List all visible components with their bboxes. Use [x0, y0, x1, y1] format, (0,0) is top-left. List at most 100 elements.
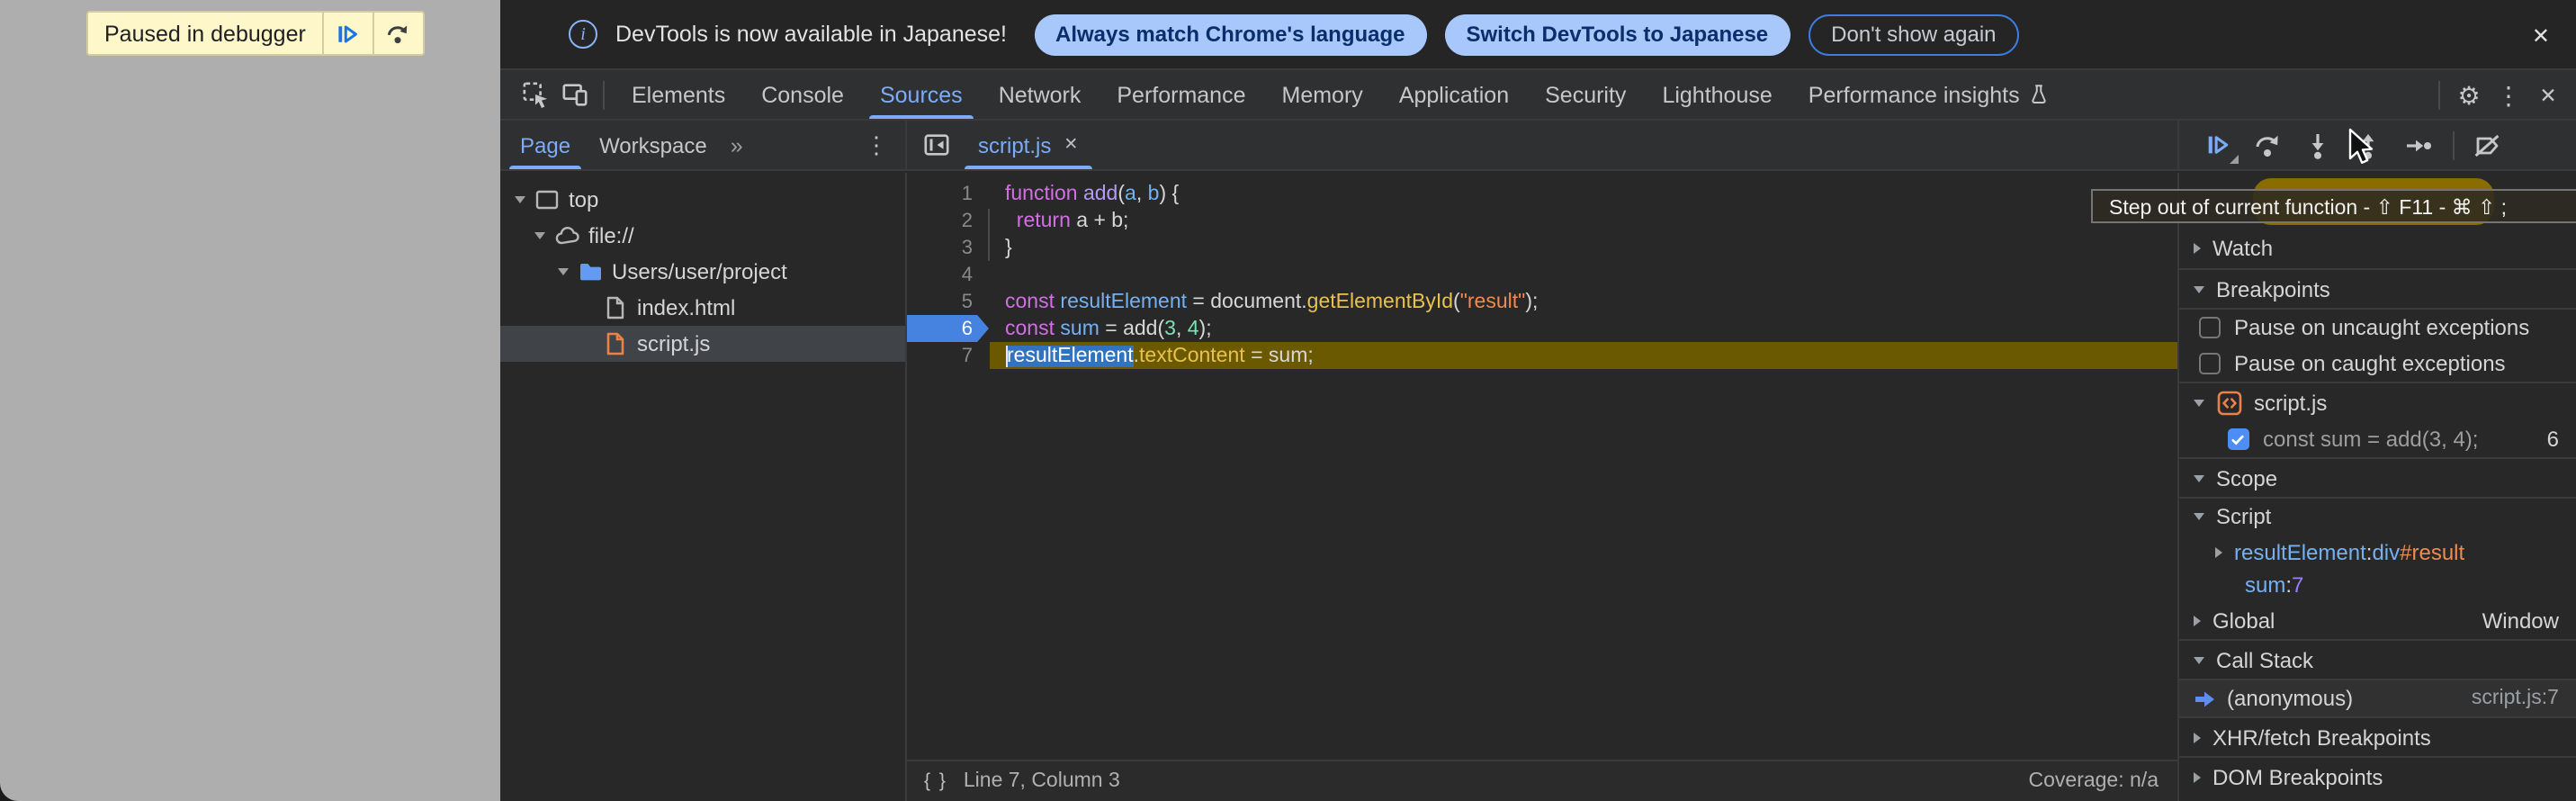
language-infobar: i DevTools is now available in Japanese!…	[500, 0, 2576, 70]
line-number[interactable]: 5	[906, 288, 989, 315]
tab-memory[interactable]: Memory	[1264, 70, 1381, 119]
line-number[interactable]: 4	[906, 261, 989, 288]
more-menu-icon[interactable]: ⋮	[2489, 75, 2528, 114]
checkbox-unchecked[interactable]	[2198, 317, 2220, 338]
scope-global-row[interactable]: Global Window	[2178, 601, 2576, 639]
expand-arrow-icon[interactable]	[531, 232, 549, 239]
cloud-icon	[554, 223, 579, 248]
code-line: 4	[906, 261, 2177, 288]
settings-gear-icon[interactable]: ⚙	[2449, 75, 2489, 114]
code-line: 5 const resultElement = document.getElem…	[906, 288, 2177, 315]
resume-icon	[2204, 131, 2230, 158]
tooltip-text: Step out of current function - ⇧ F11 - ⌘…	[2109, 194, 2507, 219]
breakpoint-entry[interactable]: const sum = add(3, 4); 6	[2178, 421, 2576, 457]
tree-item-file-scheme[interactable]: file://	[500, 218, 904, 254]
navigator-tab-workspace[interactable]: Workspace	[585, 121, 722, 169]
chevron-right-icon	[2193, 243, 2200, 254]
line-number[interactable]: 7	[906, 342, 989, 369]
call-stack-frame[interactable]: (anonymous) script.js:7	[2178, 679, 2576, 716]
step-button[interactable]	[2401, 128, 2436, 162]
checkbox-unchecked[interactable]	[2198, 353, 2220, 374]
step-over-button[interactable]	[2250, 128, 2284, 162]
tree-item-script-js[interactable]: script.js	[500, 326, 904, 362]
dropdown-caret-icon	[2229, 155, 2238, 164]
line-number[interactable]: 2	[906, 207, 989, 234]
flask-icon	[2029, 83, 2051, 106]
step-into-button[interactable]	[2301, 128, 2335, 162]
dont-show-again-button[interactable]: Don't show again	[1808, 14, 2019, 55]
tab-sources[interactable]: Sources	[862, 70, 981, 119]
checkbox-checked[interactable]	[2227, 428, 2248, 450]
tree-item-project-folder[interactable]: Users/user/project	[500, 254, 904, 290]
infobar-close-button[interactable]: ✕	[2521, 0, 2561, 70]
variable-value: 7	[2292, 572, 2303, 598]
step-over-icon	[2253, 130, 2282, 159]
tab-network[interactable]: Network	[981, 70, 1100, 119]
scope-script-row[interactable]: Script	[2178, 497, 2576, 535]
resume-script-button[interactable]	[324, 13, 372, 54]
inspect-element-button[interactable]	[515, 75, 554, 114]
debugger-toolbar	[2178, 121, 2576, 169]
breakpoint-badge[interactable]: 6	[906, 315, 989, 342]
tree-item-top[interactable]: top	[500, 182, 904, 218]
step-over-button[interactable]	[374, 13, 423, 54]
line-number[interactable]: 1	[906, 180, 989, 207]
editor-tab-label: script.js	[978, 132, 1051, 158]
code-editor: 1 function add(a, b) { 2 return a + b; 3…	[906, 173, 2178, 801]
code-area[interactable]: 1 function add(a, b) { 2 return a + b; 3…	[906, 173, 2177, 760]
section-dom-breakpoints[interactable]: DOM Breakpoints	[2178, 756, 2576, 796]
tab-elements[interactable]: Elements	[614, 70, 743, 119]
scope-var-sum[interactable]: sum: 7	[2178, 569, 2576, 601]
resume-script-button[interactable]	[2200, 128, 2234, 162]
more-tabs-icon[interactable]: »	[722, 121, 752, 169]
chevron-down-icon	[2193, 285, 2204, 292]
tab-close-icon[interactable]: ✕	[1064, 135, 1078, 155]
section-watch[interactable]: Watch	[2178, 229, 2576, 268]
breakpoints-body: Pause on uncaught exceptions Pause on ca…	[2178, 308, 2576, 382]
hide-navigator-button[interactable]	[913, 121, 960, 169]
chevron-right-icon	[2193, 615, 2200, 626]
match-chrome-language-button[interactable]: Always match Chrome's language	[1034, 14, 1427, 55]
sources-subheader: Page Workspace » ⋮ script.js ✕	[500, 121, 2576, 171]
navigator-tab-page[interactable]: Page	[506, 121, 585, 169]
switch-to-japanese-button[interactable]: Switch DevTools to Japanese	[1445, 14, 1791, 55]
step-icon	[2404, 130, 2433, 159]
tab-performance-insights[interactable]: Performance insights	[1791, 70, 2069, 119]
navigator-menu-icon[interactable]: ⋮	[865, 121, 904, 169]
device-toolbar-button[interactable]	[554, 75, 594, 114]
pause-caught-row[interactable]: Pause on caught exceptions	[2178, 346, 2576, 382]
tree-item-index-html[interactable]: index.html	[500, 290, 904, 326]
section-title: Call Stack	[2216, 647, 2313, 672]
devtools-main-toolbar: Elements Console Sources Network Perform…	[500, 70, 2576, 121]
variable-name: resultElement	[2234, 539, 2366, 564]
editor-tab-script-js[interactable]: script.js ✕	[960, 121, 1096, 169]
expand-arrow-icon[interactable]	[554, 268, 572, 275]
pause-uncaught-row[interactable]: Pause on uncaught exceptions	[2178, 310, 2576, 346]
section-xhr-breakpoints[interactable]: XHR/fetch Breakpoints	[2178, 716, 2576, 756]
section-breakpoints[interactable]: Breakpoints	[2178, 268, 2576, 308]
divider	[2452, 130, 2454, 159]
close-icon: ✕	[2532, 22, 2550, 48]
devtools-close-icon[interactable]: ✕	[2528, 75, 2568, 114]
frame-location: script.js:7	[2457, 688, 2559, 709]
expand-arrow-icon[interactable]	[511, 196, 529, 203]
section-scope[interactable]: Scope	[2178, 457, 2576, 497]
line-number[interactable]: 3	[906, 234, 989, 261]
tab-security[interactable]: Security	[1527, 70, 1644, 119]
tree-item-label: script.js	[637, 331, 710, 356]
deactivate-breakpoints-button[interactable]	[2470, 128, 2504, 162]
scope-var-resultelement[interactable]: resultElement: div#result	[2178, 535, 2576, 569]
panel-tabs: Elements Console Sources Network Perform…	[614, 70, 2069, 119]
section-call-stack[interactable]: Call Stack	[2178, 639, 2576, 679]
code-token: add	[1083, 183, 1117, 204]
toolbar-right-controls: ⚙ ⋮ ✕	[2429, 75, 2576, 114]
script-snippet-icon	[2216, 390, 2241, 415]
editor-tabbar: script.js ✕	[906, 121, 2178, 169]
tab-performance[interactable]: Performance	[1099, 70, 1263, 119]
tab-application[interactable]: Application	[1381, 70, 1527, 119]
breakpoint-code-label: const sum = add(3, 4);	[2263, 427, 2478, 452]
tab-lighthouse[interactable]: Lighthouse	[1644, 70, 1790, 119]
pretty-print-icon[interactable]: { }	[924, 770, 947, 792]
tab-console[interactable]: Console	[743, 70, 862, 119]
breakpoint-file-group[interactable]: script.js	[2178, 382, 2576, 421]
